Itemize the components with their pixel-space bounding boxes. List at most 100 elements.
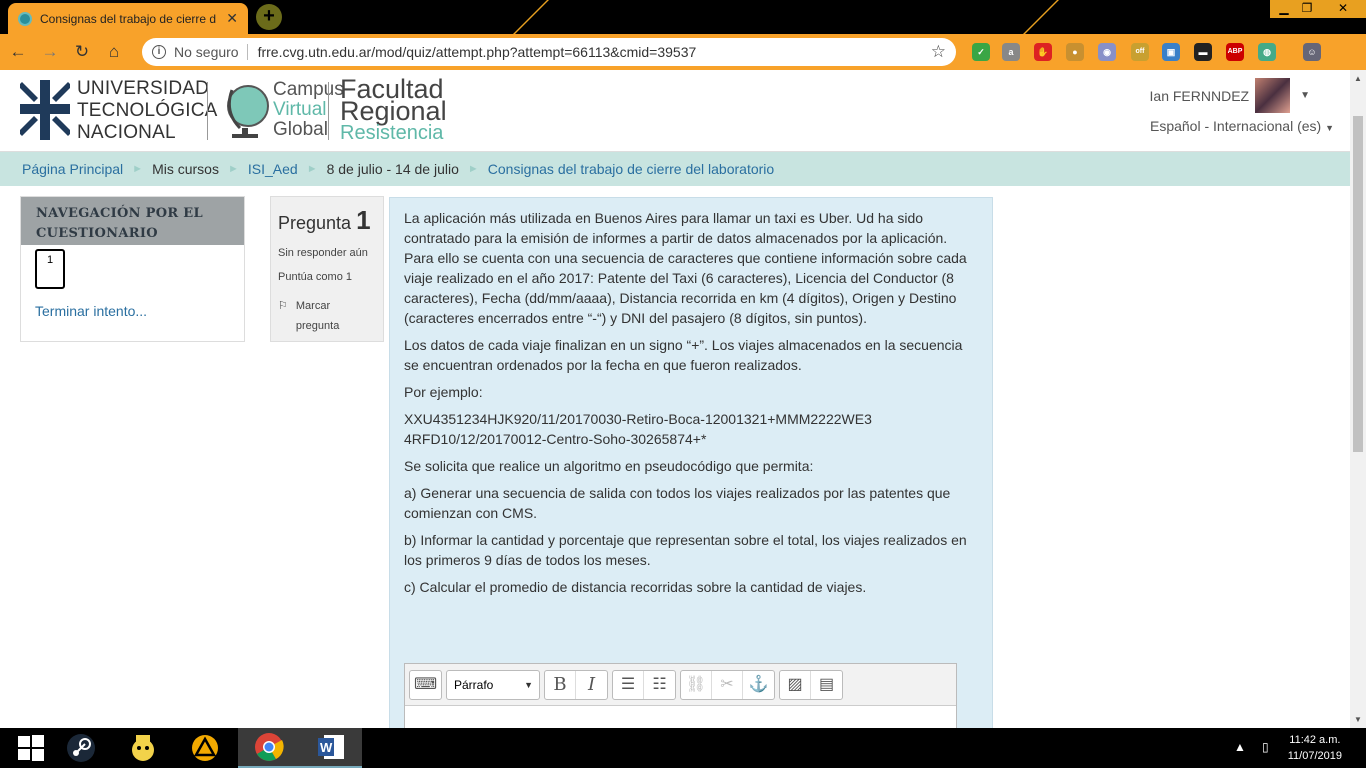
breadcrumb-separator-icon: ► — [227, 163, 239, 175]
frr-line-3: Resistencia — [340, 122, 444, 144]
svg-text:W: W — [320, 740, 333, 755]
language-label: Español - Internacional (es) — [1149, 118, 1322, 134]
close-window-button[interactable]: ✕ — [1320, 0, 1366, 18]
flag-label: Marcar pregunta — [295, 300, 340, 332]
editor-toolbar: ⌨ Párrafo ▼ B I ☰ ☷ ⛓ ✂ ⚓ ▨ ▤ — [405, 664, 956, 706]
off-ext-icon[interactable]: off — [1131, 43, 1149, 61]
logo-divider-2 — [328, 82, 329, 140]
question-text: La aplicación más utilizada en Buenos Ai… — [389, 197, 993, 728]
reload-icon[interactable]: ↻ — [68, 38, 96, 66]
user-name: Ian FERNNDEZ — [1149, 87, 1250, 104]
question-paragraph: Se solicita que realice un algoritmo en … — [404, 458, 814, 474]
link-icon[interactable]: ⛓ — [681, 670, 712, 699]
word-taskbar-icon[interactable]: W — [300, 728, 362, 768]
avatar — [1255, 78, 1291, 113]
scroll-down-icon[interactable]: ▼ — [1354, 715, 1362, 724]
discord-ext-icon[interactable]: ◉ — [1098, 43, 1116, 61]
logo-divider — [207, 82, 208, 140]
language-selector[interactable]: Español - Internacional (es) ▼ — [1150, 118, 1334, 134]
italic-icon[interactable]: I — [576, 671, 607, 699]
site-header: UNIVERSIDAD TECNOLÓGICA NACIONAL Campus … — [0, 70, 1350, 152]
new-tab-button[interactable]: + — [256, 4, 282, 30]
browser-tab[interactable]: Consignas del trabajo de cierre d ✕ — [8, 3, 248, 34]
aimp-icon[interactable] — [174, 728, 236, 768]
moodle-favicon-icon — [18, 11, 32, 26]
question-number: Pregunta 1 — [278, 205, 376, 236]
dropdown-arrow-icon: ▼ — [524, 679, 533, 690]
toolbar-group: ▨ ▤ — [779, 669, 843, 700]
toolbar-group: ⛓ ✂ ⚓ — [680, 669, 775, 700]
home-icon[interactable]: ⌂ — [100, 38, 128, 66]
media-icon[interactable]: ▤ — [811, 671, 842, 699]
abp-ext-icon[interactable]: ABP — [1226, 43, 1244, 61]
tab-title: Consignas del trabajo de cierre d — [40, 11, 217, 26]
cookie-ext-icon[interactable]: ● — [1066, 43, 1084, 61]
breadcrumb-item: Mis cursos — [152, 161, 219, 177]
anchor-icon[interactable]: ⚓ — [743, 671, 774, 699]
check-badge-icon[interactable]: ✓ — [972, 43, 990, 61]
forward-arrow-icon[interactable]: → — [36, 38, 64, 66]
question-example: XXU4351234HJK920/11/20170030-Retiro-Boca… — [404, 411, 872, 447]
info-icon[interactable]: i — [152, 45, 166, 59]
chrome-taskbar-icon[interactable] — [238, 728, 300, 768]
a-ext-icon[interactable]: a — [1002, 43, 1020, 61]
question-paragraph: Los datos de cada viaje finalizan en un … — [404, 337, 963, 373]
image-icon[interactable]: ▨ — [780, 670, 811, 699]
utn-line-1: UNIVERSIDAD — [77, 78, 210, 99]
question-paragraph: c) Calcular el promedio de distancia rec… — [404, 579, 867, 595]
toolbar-group: B I — [544, 669, 608, 700]
bullet-list-icon[interactable]: ☰ — [613, 670, 644, 699]
web-page: UNIVERSIDAD TECNOLÓGICA NACIONAL Campus … — [0, 70, 1350, 728]
quiz-navigation-title: NAVEGACIÓN POR EL CUESTIONARIO — [21, 197, 244, 245]
breadcrumb-separator-icon: ► — [132, 163, 144, 175]
bold-icon[interactable]: B — [545, 670, 576, 699]
toolbar-group: ⌨ — [409, 669, 442, 700]
battery-icon[interactable]: ▯ — [1262, 740, 1269, 754]
hand-ext-icon[interactable]: ✋ — [1034, 43, 1052, 61]
numbered-list-icon[interactable]: ☷ — [644, 671, 675, 699]
pokemon-icon[interactable] — [112, 728, 174, 768]
finish-attempt-link[interactable]: Terminar intento... — [35, 303, 147, 319]
tray-up-arrow-icon[interactable]: ▲ — [1234, 740, 1246, 754]
bookmark-star-icon[interactable]: ☆ — [931, 42, 946, 62]
globe-icon — [227, 85, 269, 138]
keyboard-icon[interactable]: ⌨ — [410, 671, 441, 699]
unlink-icon[interactable]: ✂ — [712, 670, 743, 699]
globe-ext-icon[interactable]: ◍ — [1258, 43, 1276, 61]
chevron-down-icon[interactable]: ▼ — [1300, 90, 1310, 101]
profile-ext-icon[interactable]: ☺ — [1303, 43, 1321, 61]
question-paragraph: a) Generar una secuencia de salida con t… — [404, 485, 951, 521]
page-scrollbar[interactable]: ▲ ▼ — [1350, 70, 1366, 728]
breadcrumb-item[interactable]: Página Principal — [22, 161, 123, 177]
toolbar-group: ☰ ☷ — [612, 669, 676, 700]
question-1-nav-button[interactable]: 1 — [35, 249, 65, 289]
utn-line-3: NACIONAL — [77, 122, 176, 143]
scroll-thumb[interactable] — [1353, 116, 1363, 452]
photo-ext-icon[interactable]: ▣ — [1162, 43, 1180, 61]
security-label: No seguro — [174, 44, 239, 60]
answer-editor: ⌨ Párrafo ▼ B I ☰ ☷ ⛓ ✂ ⚓ ▨ ▤ — [404, 663, 957, 728]
breadcrumb-item[interactable]: Consignas del trabajo de cierre del labo… — [488, 161, 774, 177]
windows-taskbar: W ▲ ▯ 11:42 a.m. 11/07/2019 — [0, 728, 1366, 768]
flag-question-link[interactable]: ⚐ Marcar pregunta — [278, 296, 376, 336]
question-paragraph: Por ejemplo: — [404, 384, 483, 400]
paragraph-format-select[interactable]: Párrafo ▼ — [446, 669, 540, 700]
utn-logo-icon[interactable] — [20, 80, 70, 140]
address-bar[interactable]: i No seguro frre.cvg.utn.edu.ar/mod/quiz… — [142, 38, 956, 66]
utn-line-2: TECNOLÓGICA — [77, 100, 218, 121]
breadcrumb-item[interactable]: ISI_Aed — [248, 161, 298, 177]
cvg-wordmark: Campus Virtual Global — [273, 80, 344, 140]
question-score: Puntúa como 1 — [278, 271, 352, 283]
scroll-up-icon[interactable]: ▲ — [1354, 74, 1362, 83]
quiz-navigation-block: NAVEGACIÓN POR EL CUESTIONARIO 1 Termina… — [20, 196, 245, 342]
steam-icon[interactable] — [50, 728, 112, 768]
tab-close-icon[interactable]: ✕ — [226, 10, 238, 27]
question-label: Pregunta — [278, 213, 352, 233]
clock[interactable]: 11:42 a.m. 11/07/2019 — [1288, 732, 1342, 764]
back-arrow-icon[interactable]: ← — [4, 38, 32, 66]
url-text[interactable]: frre.cvg.utn.edu.ar/mod/quiz/attempt.php… — [258, 44, 931, 60]
maximize-button[interactable]: ❐ — [1293, 0, 1321, 18]
card-ext-icon[interactable]: ▬ — [1194, 43, 1212, 61]
user-menu[interactable]: Ian FERNNDEZ ▼ — [1150, 78, 1310, 113]
breadcrumb-separator-icon: ► — [306, 163, 318, 175]
